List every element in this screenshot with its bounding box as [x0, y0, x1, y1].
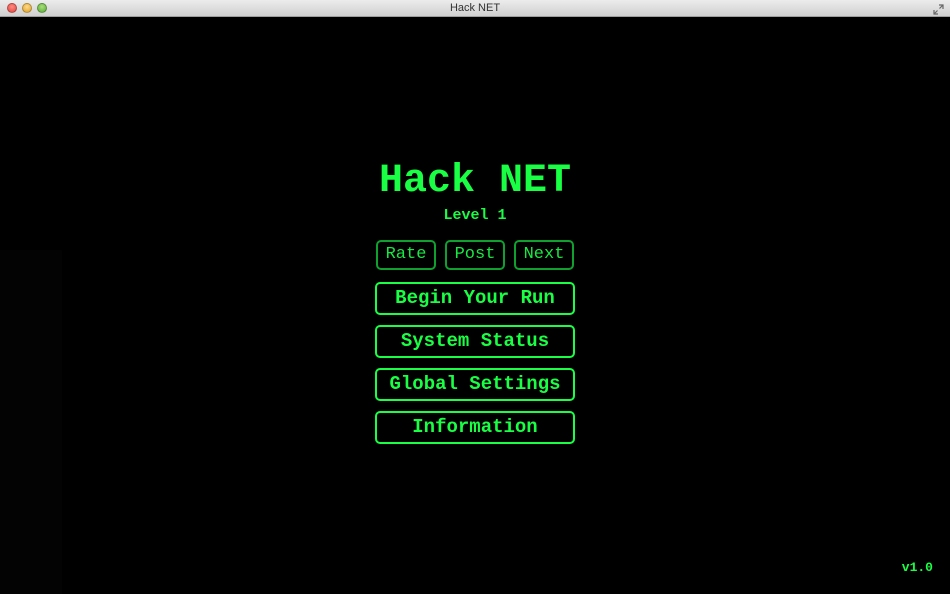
game-title: Hack NET	[378, 159, 572, 204]
begin-your-run-button[interactable]: Begin Your Run	[375, 282, 575, 315]
post-button[interactable]: Post	[445, 240, 505, 270]
fullscreen-icon[interactable]	[933, 2, 944, 15]
next-button[interactable]: Next	[514, 240, 574, 270]
title-bar: Hack NET	[0, 0, 950, 17]
information-button[interactable]: Information	[375, 411, 575, 444]
global-settings-button[interactable]: Global Settings	[375, 368, 575, 401]
system-status-button[interactable]: System Status	[375, 325, 575, 358]
app-window: Hack NET Hack NET Level 1 Rate Post Next…	[0, 0, 950, 594]
version-label: v1.0	[901, 560, 933, 575]
background-strip	[0, 250, 62, 594]
level-label: Level 1	[443, 207, 507, 224]
game-screen: Hack NET Level 1 Rate Post Next Begin Yo…	[0, 17, 950, 594]
window-title: Hack NET	[449, 2, 501, 14]
rate-button[interactable]: Rate	[376, 240, 436, 270]
